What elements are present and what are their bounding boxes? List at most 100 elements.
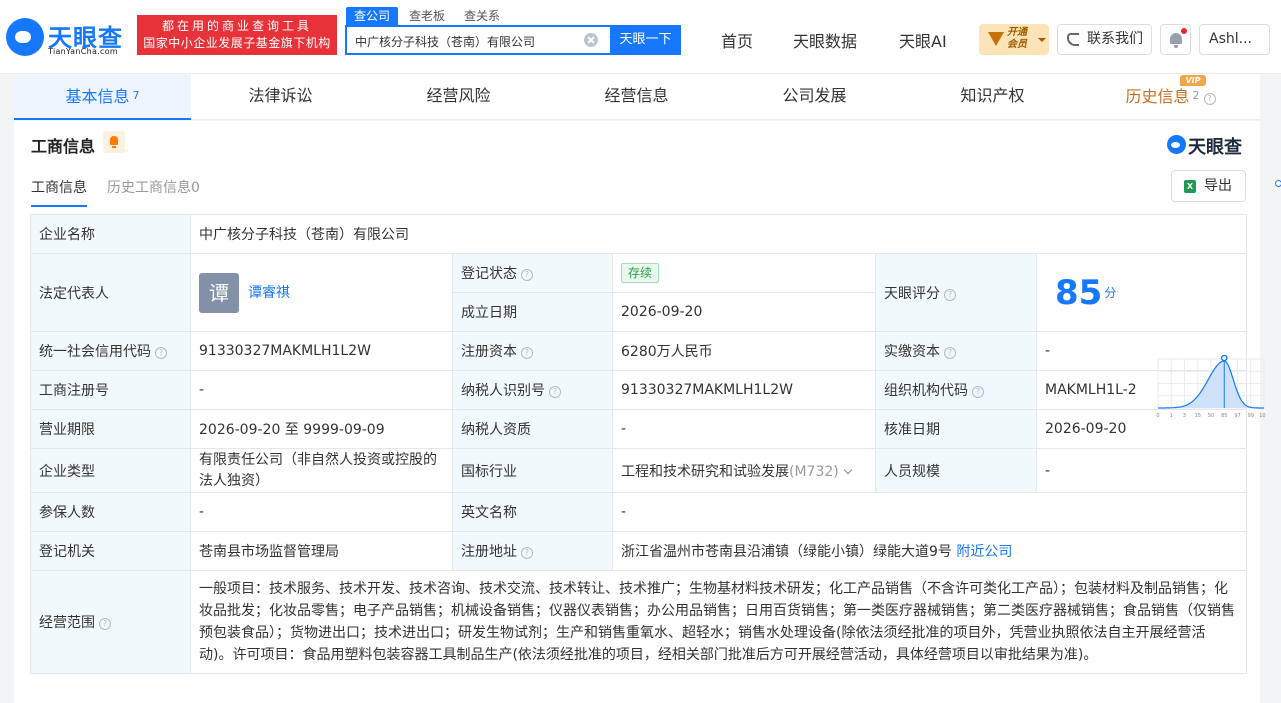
side-handle[interactable] — [1275, 180, 1281, 187]
avatar[interactable]: 谭 — [199, 272, 239, 313]
slogan-line2: 国家中小企业发展子基金旗下机构 — [143, 36, 331, 50]
reg-capital-label-text: 注册资本 — [461, 344, 517, 360]
industry-cell[interactable]: 工程和技术研究和试验发展(M732) — [612, 448, 876, 493]
credit-code-value: 91330327MAKMLH1L2W — [190, 331, 453, 371]
table-row: 工商注册号 - 纳税人识别号? 91330327MAKMLH1L2W 组织机构代… — [30, 370, 1248, 410]
slogan-banner[interactable]: 都在用的商业查询工具 国家中小企业发展子基金旗下机构 — [137, 15, 337, 55]
nav-home[interactable]: 首页 — [721, 28, 753, 52]
org-code-label-text: 组织机构代码 — [884, 383, 968, 399]
export-label: 导出 — [1204, 178, 1232, 194]
search-tab-relation[interactable]: 查关系 — [464, 7, 500, 25]
term-value: 2026-09-20 至 9999-09-09 — [190, 409, 453, 449]
scope-label: 经营范围? — [30, 570, 191, 674]
vip-label-line2: 会员 — [1007, 39, 1027, 50]
legal-rep-link[interactable]: 谭睿祺 — [248, 285, 290, 301]
paid-capital-label: 实缴资本? — [875, 331, 1037, 371]
unread-dot — [1181, 28, 1187, 34]
tab-operation[interactable]: 经营信息 — [548, 74, 725, 120]
reg-status-cell: 存续 — [612, 253, 876, 293]
taxpayer-id-value: 91330327MAKMLH1L2W — [612, 370, 876, 410]
vip-label-line1: 开通 — [1007, 27, 1027, 38]
clear-icon[interactable] — [584, 33, 598, 47]
tab-label: 历史信息 — [1125, 87, 1190, 106]
address-cell: 浙江省温州市苍南县沿浦镇（绿能小镇）绿能大道9号 附近公司 — [611, 531, 1248, 571]
search-tab-company[interactable]: 查公司 — [346, 7, 399, 25]
vip-tag: VIP — [1180, 75, 1206, 86]
score-unit: 分 — [1104, 285, 1117, 300]
notification-button[interactable] — [1160, 24, 1191, 55]
subtab-business-info[interactable]: 工商信息 — [31, 177, 87, 207]
help-icon[interactable]: ? — [972, 386, 984, 398]
subtab-history-business-info[interactable]: 历史工商信息0 — [107, 177, 200, 197]
tab-label: 法律诉讼 — [248, 86, 313, 105]
business-info-panel: 工商信息 天眼查 工商信息 历史工商信息0 X 导出 企业名称 中广核分子科技（… — [14, 121, 1266, 703]
x-tick-label: 97 — [1234, 413, 1240, 419]
tab-ip[interactable]: 知识产权 — [904, 74, 1081, 120]
term-label: 营业期限 — [30, 409, 191, 449]
help-icon[interactable]: ? — [521, 347, 533, 359]
score-cell[interactable]: 85分 0131550859799100 — [1035, 253, 1266, 419]
search-button[interactable]: 天眼一下 — [610, 25, 681, 55]
eye-logo-icon — [6, 18, 44, 56]
chevron-down-icon — [843, 465, 852, 474]
type-label: 企业类型 — [30, 448, 191, 493]
reg-status-label: 登记状态? — [452, 253, 613, 293]
monitor-bell-icon[interactable] — [103, 131, 125, 153]
legal-rep-cell: 谭谭睿祺 — [190, 253, 453, 332]
nav-data[interactable]: 天眼数据 — [793, 28, 857, 52]
contact-button[interactable]: 联系我们 — [1057, 24, 1152, 55]
tab-history[interactable]: 历史信息 2? — [1082, 74, 1259, 120]
scope-label-text: 经营范围 — [39, 615, 95, 631]
table-row: 经营范围? 一般项目：技术服务、技术开发、技术咨询、技术交流、技术转让、技术推广… — [30, 570, 1248, 674]
staff-size-label: 人员规模 — [875, 448, 1037, 493]
industry-label: 国标行业 — [452, 448, 613, 493]
diamond-icon — [988, 32, 1004, 46]
help-icon[interactable]: ? — [549, 386, 561, 398]
search-input[interactable] — [355, 31, 575, 51]
org-code-label: 组织机构代码? — [875, 370, 1037, 410]
score-label-text: 天眼评分 — [884, 285, 940, 302]
tab-label: 公司发展 — [782, 86, 847, 105]
tab-development[interactable]: 公司发展 — [726, 74, 903, 120]
taxpayer-id-label-text: 纳税人识别号 — [461, 383, 545, 399]
tab-risk[interactable]: 经营风险 — [370, 74, 547, 120]
tab-label: 知识产权 — [960, 86, 1025, 105]
credit-code-label-text: 统一社会信用代码 — [39, 344, 151, 360]
address-value: 浙江省温州市苍南县沿浦镇（绿能小镇）绿能大道9号 — [621, 544, 952, 560]
score-distribution-chart: 0 1 3 15 50 85 97 99 100 — [1156, 354, 1266, 419]
user-menu[interactable]: Ashl... — [1199, 24, 1270, 55]
eye-logo-icon — [1167, 135, 1186, 154]
export-button[interactable]: X 导出 — [1171, 170, 1246, 202]
reg-status-label-text: 登记状态 — [461, 266, 517, 282]
tab-basic-info[interactable]: 基本信息 7 — [14, 74, 191, 120]
english-name-value: - — [611, 492, 1248, 532]
nearby-companies-link[interactable]: 附近公司 — [956, 544, 1012, 560]
tab-count: 7 — [132, 89, 140, 102]
bell-icon — [1170, 33, 1182, 48]
authority-value: 苍南县市场监督管理局 — [190, 531, 453, 571]
help-icon[interactable]: ? — [944, 347, 956, 359]
section-title: 工商信息 — [31, 137, 96, 156]
help-icon[interactable]: ? — [521, 269, 533, 281]
logo[interactable]: 天眼查 TianYanCha.com — [6, 18, 130, 58]
search-tab-boss[interactable]: 查老板 — [409, 7, 445, 25]
status-badge: 存续 — [621, 263, 660, 283]
help-icon[interactable]: ? — [99, 618, 111, 630]
tab-label: 基本信息 — [65, 87, 130, 106]
address-label-text: 注册地址 — [461, 544, 517, 560]
taxpayer-qual-label: 纳税人资质 — [452, 409, 613, 449]
help-icon[interactable]: ? — [944, 288, 956, 301]
address-label: 注册地址? — [452, 531, 613, 571]
vip-button[interactable]: 开通 会员 — [979, 24, 1049, 55]
logo-domain: TianYanCha.com — [48, 47, 118, 56]
score-label: 天眼评分? — [875, 253, 1037, 332]
score-value: 85 — [1055, 272, 1103, 313]
tab-legal[interactable]: 法律诉讼 — [192, 74, 369, 120]
help-icon[interactable]: ? — [521, 547, 533, 559]
help-icon[interactable]: ? — [155, 347, 167, 359]
reg-capital-label: 注册资本? — [452, 331, 613, 371]
help-icon[interactable]: ? — [1203, 93, 1216, 105]
approval-date-label: 核准日期 — [875, 409, 1037, 449]
nav-ai[interactable]: 天眼AI — [899, 28, 947, 52]
industry-code: (M732) — [789, 463, 839, 480]
